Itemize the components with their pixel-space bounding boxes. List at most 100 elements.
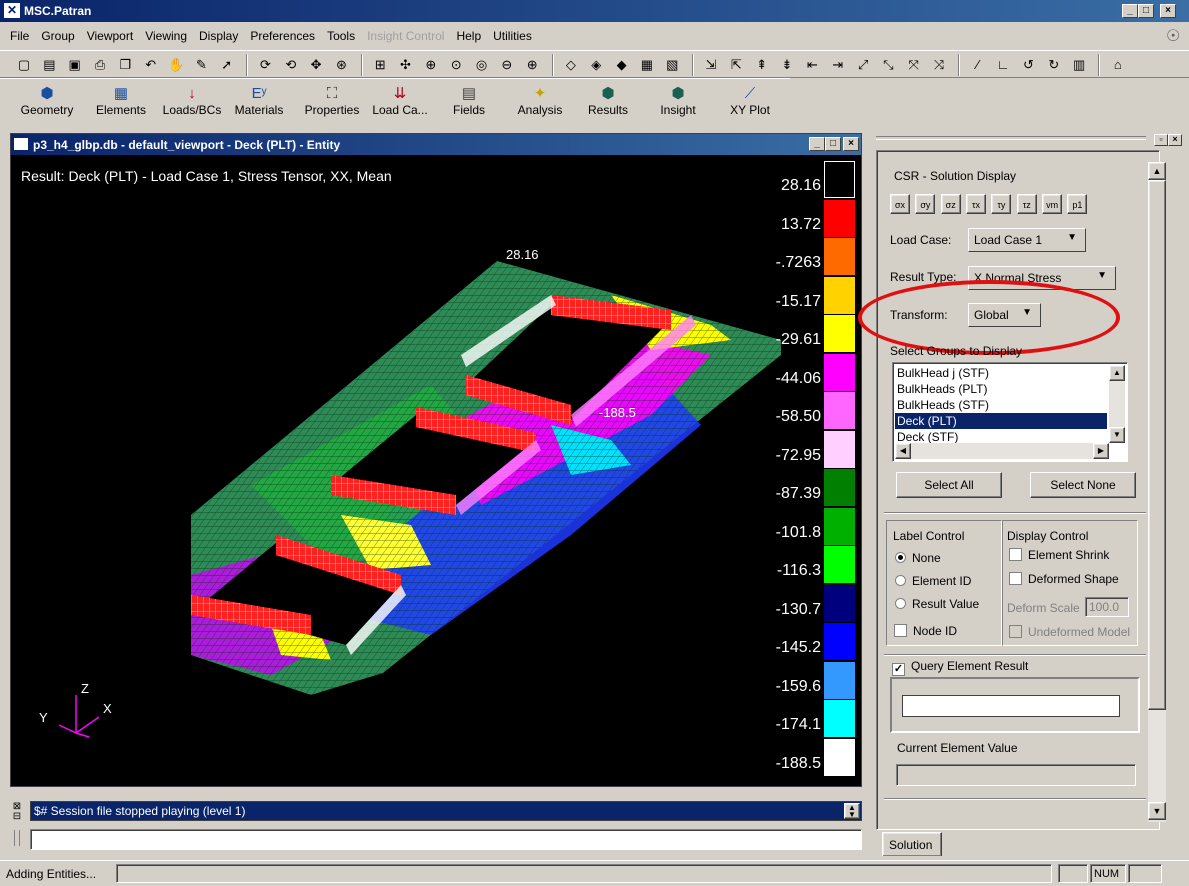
view-iso2-icon[interactable]: ⤡ <box>878 55 898 75</box>
view-center-icon[interactable]: ◎ <box>472 55 492 75</box>
app-button-load-ca-[interactable]: ⇊ Load Ca... <box>368 85 432 117</box>
app-button-loads-bcs[interactable]: ↓ Loads/BCs <box>158 85 226 117</box>
save-icon[interactable]: ▣ <box>65 55 85 75</box>
view-front-icon[interactable]: ⇲ <box>701 55 721 75</box>
view-rear-icon[interactable]: ⇱ <box>726 55 746 75</box>
menu-group[interactable]: Group <box>41 29 74 43</box>
copy-icon[interactable]: ❐ <box>115 55 135 75</box>
panel-scrollbar[interactable]: ▲ ▼ <box>1148 162 1166 822</box>
fit-view-icon[interactable]: ⊞ <box>370 55 390 75</box>
panel-close-button[interactable]: × <box>1168 134 1182 146</box>
app-button-properties[interactable]: ⛶ Properties <box>296 85 368 117</box>
zoom-in-icon[interactable]: ⊕ <box>522 55 542 75</box>
rotate-icon[interactable]: ⟳ <box>255 55 275 75</box>
zoom-out-icon[interactable]: ⊖ <box>497 55 517 75</box>
query-result-field[interactable] <box>902 695 1120 717</box>
fringe-plot[interactable]: 28.16 -188.5 Z Y X <box>11 155 816 786</box>
undeformed-model-checkbox[interactable]: Undeformed Model <box>1009 625 1130 639</box>
menu-help[interactable]: Help <box>456 29 481 43</box>
view-bottom-icon[interactable]: ⇟ <box>777 55 797 75</box>
shaded-icon[interactable]: ◆ <box>612 55 632 75</box>
menu-utilities[interactable]: Utilities <box>493 29 532 43</box>
view-left-icon[interactable]: ⇤ <box>802 55 822 75</box>
viewport-close-button[interactable]: × <box>843 137 859 151</box>
view-right-icon[interactable]: ⇥ <box>828 55 848 75</box>
menu-viewport[interactable]: Viewport <box>87 29 133 43</box>
refresh-icon[interactable]: ↻ <box>1044 55 1064 75</box>
new-icon[interactable]: ▢ <box>14 55 34 75</box>
zoom-center-icon[interactable]: ⊙ <box>446 55 466 75</box>
query-element-checkbox[interactable]: ✓ Query Element Result <box>892 659 1028 676</box>
group-list-item[interactable]: BulkHead j (STF) <box>895 365 1107 381</box>
rotate-x-icon[interactable]: ⟲ <box>281 55 301 75</box>
home-icon[interactable]: ⌂ <box>1108 55 1128 75</box>
app-button-xy-plot[interactable]: ⟋ XY Plot <box>728 85 772 117</box>
principal-button-icon[interactable]: p1 <box>1067 194 1088 214</box>
label-radio-result-value[interactable]: Result Value <box>895 597 979 620</box>
menu-preferences[interactable]: Preferences <box>250 29 315 43</box>
element-shrink-checkbox[interactable]: Element Shrink <box>1009 548 1109 562</box>
label-radio-none[interactable]: None <box>895 551 979 574</box>
select-none-button[interactable]: Select None <box>1030 472 1136 498</box>
console-pin-icon[interactable]: ⊠ ⊟ <box>10 802 24 826</box>
console-spin-icon[interactable]: ▲ ▼ <box>844 803 860 819</box>
menu-tools[interactable]: Tools <box>327 29 355 43</box>
app-button-analysis[interactable]: ✦ Analysis <box>515 85 565 117</box>
reset-graphics-icon[interactable]: ↺ <box>1018 55 1038 75</box>
app-button-insight[interactable]: ⬢ Insight <box>656 85 700 117</box>
tzx-button-icon[interactable]: τz <box>1016 194 1037 214</box>
wireframe-icon[interactable]: ◇ <box>561 55 581 75</box>
command-input[interactable] <box>30 829 862 850</box>
load-case-dropdown[interactable]: Load Case 1 ▼ <box>968 228 1086 252</box>
view-iso4-icon[interactable]: ⤨ <box>929 55 949 75</box>
view-iso1-icon[interactable]: ⤢ <box>853 55 873 75</box>
app-button-elements[interactable]: ▦ Elements <box>90 85 152 117</box>
print-icon[interactable]: ⎙ <box>90 55 110 75</box>
panel-restore-button[interactable]: ▫ <box>1154 134 1168 146</box>
center-icon[interactable]: ⊕ <box>421 55 441 75</box>
txy-button-icon[interactable]: τx <box>966 194 987 214</box>
spectrum-icon[interactable]: ▥ <box>1069 55 1089 75</box>
measure-icon[interactable]: ⁄ <box>968 55 988 75</box>
group-list-item[interactable]: BulkHeads (PLT) <box>895 381 1107 397</box>
deformed-shape-checkbox[interactable]: Deformed Shape <box>1009 572 1119 586</box>
rotate-z-icon[interactable]: ⊛ <box>331 55 351 75</box>
menu-file[interactable]: File <box>10 29 29 43</box>
menu-display[interactable]: Display <box>199 29 238 43</box>
minimize-button[interactable]: _ <box>1122 4 1138 18</box>
group-list-item[interactable]: Deck (PLT) <box>895 413 1107 429</box>
tyz-button-icon[interactable]: τy <box>991 194 1012 214</box>
close-button[interactable]: × <box>1160 4 1176 18</box>
groups-listbox[interactable]: BulkHead j (STF) BulkHeads (PLT) BulkHeads… <box>892 362 1128 462</box>
select-all-button[interactable]: Select All <box>896 472 1002 498</box>
app-button-materials[interactable]: Eʸ Materials <box>228 85 290 117</box>
app-button-results[interactable]: ⬢ Results <box>586 85 630 117</box>
labels-on-icon[interactable]: ▦ <box>637 55 657 75</box>
group-list-item[interactable]: BulkHeads (STF) <box>895 397 1107 413</box>
app-button-geometry[interactable]: ⬢ Geometry <box>12 85 82 117</box>
syy-button-icon[interactable]: σy <box>915 194 936 214</box>
select-icon[interactable]: ➚ <box>217 55 237 75</box>
groups-hscroll[interactable]: ◀ ▶ <box>895 443 1109 459</box>
hidden-line-icon[interactable]: ◈ <box>586 55 606 75</box>
axis-icon[interactable]: ∟ <box>993 55 1013 75</box>
maximize-button[interactable]: □ <box>1138 4 1154 18</box>
translate-icon[interactable]: ✣ <box>396 55 416 75</box>
open-icon[interactable]: ▤ <box>39 55 59 75</box>
tab-solution[interactable]: Solution <box>882 832 942 856</box>
view-top-icon[interactable]: ⇞ <box>752 55 772 75</box>
pan-icon[interactable]: ✋ <box>166 55 186 75</box>
undo-icon[interactable]: ↶ <box>141 55 161 75</box>
szz-button-icon[interactable]: σz <box>940 194 961 214</box>
label-radio-element-id[interactable]: Element ID <box>895 574 979 597</box>
rotate-y-icon[interactable]: ✥ <box>306 55 326 75</box>
von-mises-button-icon[interactable]: vm <box>1042 194 1063 214</box>
console-history[interactable]: $# Session file stopped playing (level 1… <box>30 801 862 821</box>
labels-off-icon[interactable]: ▧ <box>662 55 682 75</box>
paint-icon[interactable]: ✎ <box>191 55 211 75</box>
menu-viewing[interactable]: Viewing <box>145 29 187 43</box>
sxx-button-icon[interactable]: σx <box>890 194 910 214</box>
deform-scale-field[interactable]: 100.0 <box>1085 597 1129 617</box>
view-iso3-icon[interactable]: ⤧ <box>904 55 924 75</box>
app-button-fields[interactable]: ▤ Fields <box>450 85 488 117</box>
